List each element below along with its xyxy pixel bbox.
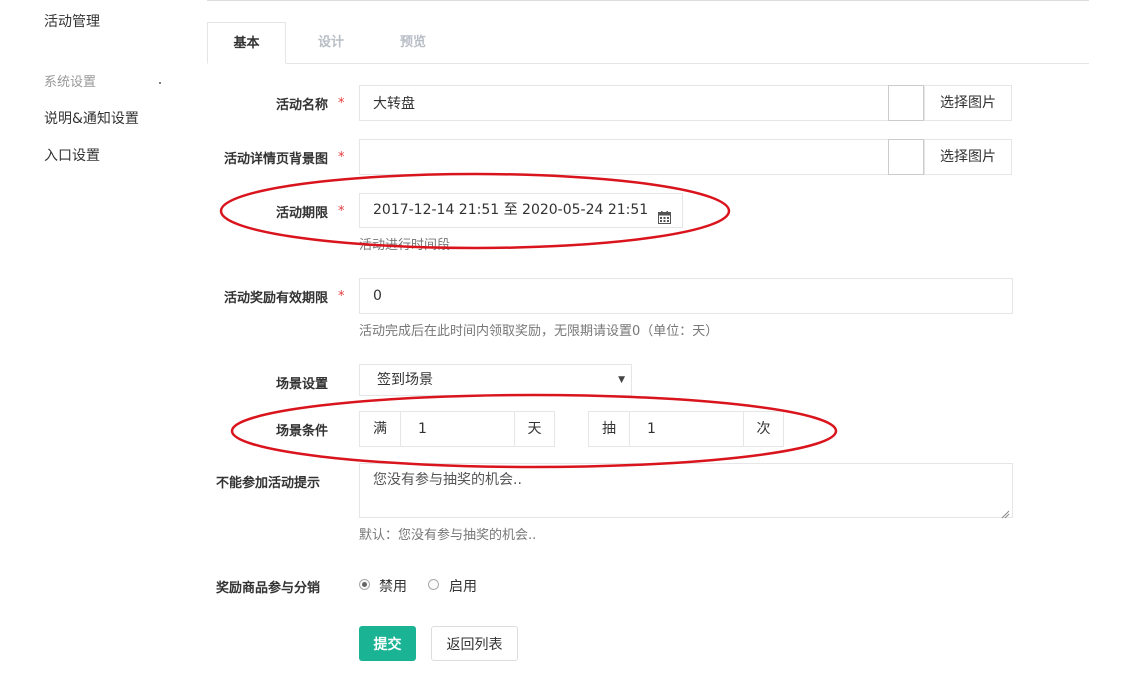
draw-count-input[interactable] <box>629 411 744 447</box>
radio-enable[interactable] <box>428 579 439 590</box>
tab-basic[interactable]: 基本 <box>207 22 286 64</box>
radio-disable-label[interactable]: 禁用 <box>379 576 407 596</box>
sidebar-item-entry-settings[interactable]: 入口设置 <box>44 145 100 165</box>
submit-button[interactable]: 提交 <box>359 626 416 661</box>
days-prefix-addon: 满 <box>359 411 401 447</box>
period-input[interactable]: 2017-12-14 21:51 至 2020-05-24 21:51 <box>359 193 683 228</box>
bg-image-label: 活动详情页背景图 <box>223 152 328 167</box>
reward-validity-help: 活动完成后在此时间内领取奖励，无限期请设置0（单位：天） <box>359 324 719 339</box>
back-to-list-button[interactable]: 返回列表 <box>431 626 518 661</box>
calendar-icon[interactable] <box>658 204 671 224</box>
chevron-down-icon: ▼ <box>618 375 625 385</box>
activity-image-thumbnail <box>888 85 924 121</box>
period-help: 活动进行时间段 <box>359 238 451 253</box>
required-mark: * <box>338 96 345 111</box>
activity-name-input[interactable] <box>359 85 889 121</box>
reward-validity-label: 活动奖励有效期限 <box>223 291 328 306</box>
select-image-button[interactable]: 选择图片 <box>924 85 1012 121</box>
bg-image-thumbnail <box>888 139 924 175</box>
sidebar-group-system-settings: 系统设置 <box>44 75 97 90</box>
cannot-join-tip-textarea[interactable]: 您没有参与抽奖的机会.. <box>359 463 1013 519</box>
cannot-join-tip-help: 默认：您没有参与抽奖的机会.. <box>359 528 537 543</box>
bg-image-input[interactable] <box>359 139 889 175</box>
scene-label: 场景设置 <box>275 377 328 392</box>
required-mark: * <box>338 150 345 165</box>
cannot-join-tip-label: 不能参加活动提示 <box>216 476 321 491</box>
select-bg-image-button[interactable]: 选择图片 <box>924 139 1012 175</box>
required-mark: * <box>338 204 345 219</box>
radio-enable-label[interactable]: 启用 <box>449 576 477 596</box>
days-suffix-addon: 天 <box>514 411 555 447</box>
tab-preview[interactable]: 预览 <box>375 22 451 64</box>
reward-validity-input[interactable] <box>359 278 1013 314</box>
sidebar-item-activity-management[interactable]: 活动管理 <box>44 11 100 31</box>
sidebar-dot <box>159 82 161 84</box>
distribution-label: 奖励商品参与分销 <box>216 581 321 596</box>
scene-selected: 签到场景 <box>377 372 433 388</box>
top-divider <box>207 0 1089 1</box>
scene-condition-label: 场景条件 <box>275 424 328 439</box>
period-value: 2017-12-14 21:51 至 2020-05-24 21:51 <box>373 202 649 218</box>
tab-design[interactable]: 设计 <box>293 22 369 64</box>
days-input[interactable] <box>400 411 515 447</box>
draw-suffix-addon: 次 <box>743 411 784 447</box>
draw-prefix-addon: 抽 <box>588 411 630 447</box>
sidebar-item-notice-settings[interactable]: 说明&通知设置 <box>44 108 139 128</box>
activity-name-label: 活动名称 <box>275 98 328 113</box>
cannot-join-tip-placeholder: 您没有参与抽奖的机会.. <box>373 472 522 488</box>
radio-disable[interactable] <box>359 579 370 590</box>
required-mark: * <box>338 289 345 304</box>
resize-handle-icon[interactable] <box>1001 506 1010 519</box>
period-label: 活动期限 <box>275 206 328 221</box>
scene-select[interactable]: 签到场景 ▼ <box>359 364 632 396</box>
